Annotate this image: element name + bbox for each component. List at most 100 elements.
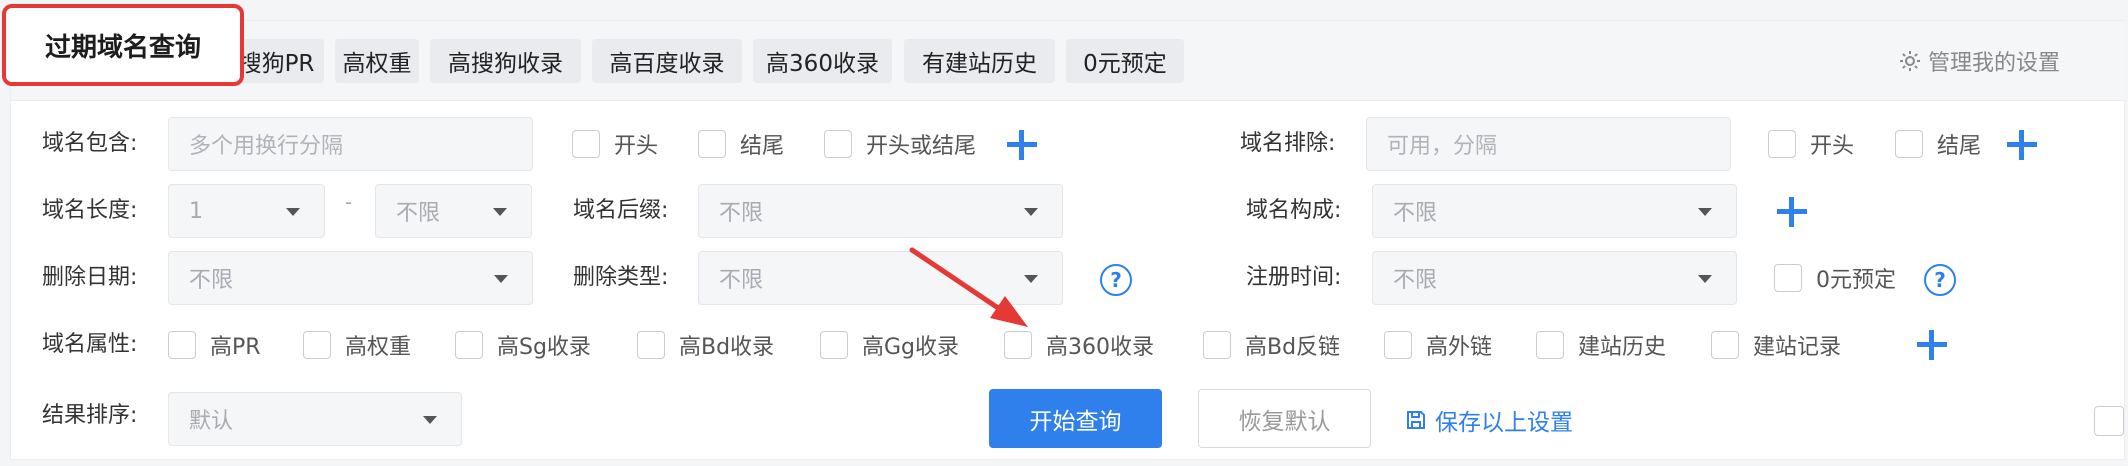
chevron-down-icon [494,275,508,283]
attributes-label: 域名属性: [42,332,138,357]
tab-360-index[interactable]: 高360收录 [753,39,892,83]
select-value: 不限 [396,201,441,226]
checkbox-label: 建站记录 [1753,335,1842,360]
checkbox-label: 高Bd反链 [1245,335,1341,360]
exclude-end-checkbox[interactable]: 结尾 [1895,128,1981,160]
suffix-label: 域名后缀: [573,198,669,223]
sort-select[interactable]: 默认 [168,392,462,446]
checkbox-box[interactable] [698,130,726,158]
delete-date-label: 删除日期: [42,265,138,290]
length-label: 域名长度: [42,198,138,223]
checkbox-label: 开头 [614,134,659,159]
chevron-down-icon [423,416,437,424]
checkbox-label: 高Gg收录 [862,335,960,360]
attr-sg-index-checkbox[interactable]: 高Sg收录 [455,329,591,361]
delete-type-label: 删除类型: [573,265,669,290]
save-settings-link[interactable]: 保存以上设置 [1405,404,1573,436]
zero-reserve-help-icon[interactable]: ? [1924,264,1956,296]
select-value: 1 [189,198,203,224]
include-either-checkbox[interactable]: 开头或结尾 [824,128,976,160]
sort-label: 结果排序: [42,403,138,428]
checkbox-label: 高Sg收录 [497,335,591,360]
chevron-down-icon [1698,275,1712,283]
exclude-start-checkbox[interactable]: 开头 [1768,128,1854,160]
chevron-down-icon [1024,275,1038,283]
checkbox-label: 结尾 [1937,134,1982,159]
manage-settings-label: 管理我的设置 [1928,51,2061,76]
attr-external-link-checkbox[interactable]: 高外链 [1384,329,1492,361]
start-search-button[interactable]: 开始查询 [989,389,1162,448]
checkbox-box[interactable] [455,331,483,359]
attr-site-record-checkbox[interactable]: 建站记录 [1711,329,1841,361]
exclude-input[interactable]: 可用，分隔 [1366,117,1731,171]
include-input[interactable]: 多个用换行分隔 [168,117,533,171]
include-end-checkbox[interactable]: 结尾 [698,128,784,160]
tab-site-history[interactable]: 有建站历史 [904,39,1055,83]
checkbox-box[interactable] [1004,331,1032,359]
checkbox-label: 开头或结尾 [866,134,977,159]
checkbox-label: 0元预定 [1816,268,1896,293]
delete-date-select[interactable]: 不限 [168,251,533,305]
select-value: 默认 [189,409,234,434]
tab-zero-reserve[interactable]: 0元预定 [1066,39,1184,83]
composition-select[interactable]: 不限 [1372,184,1737,238]
checkbox-box[interactable] [1536,331,1564,359]
attr-high-pr-checkbox[interactable]: 高PR [168,329,261,361]
checkbox-label: 结尾 [740,134,785,159]
attr-bd-index-checkbox[interactable]: 高Bd收录 [637,329,774,361]
exclude-label: 域名排除: [1240,131,1336,156]
tab-sogou-index[interactable]: 高搜狗收录 [430,39,581,83]
length-max-select[interactable]: 不限 [375,184,532,238]
select-value: 不限 [719,268,764,293]
length-min-select[interactable]: 1 [168,184,325,238]
checkbox-box[interactable] [1711,331,1739,359]
checkbox-label: 高360收录 [1046,335,1154,360]
checkbox-box[interactable] [168,331,196,359]
chevron-down-icon [286,208,300,216]
attr-bd-backlink-checkbox[interactable]: 高Bd反链 [1203,329,1340,361]
include-start-checkbox[interactable]: 开头 [572,128,658,160]
add-attribute-icon[interactable] [1917,330,1947,360]
checkbox-box[interactable] [303,331,331,359]
checkbox-box[interactable] [1774,264,1802,292]
include-label: 域名包含: [42,131,138,156]
composition-label: 域名构成: [1246,198,1342,223]
select-value: 不限 [1393,268,1438,293]
select-value: 不限 [719,201,764,226]
chevron-down-icon [1024,208,1038,216]
tab-expired-domain-search[interactable]: 过期域名查询 [2,4,244,86]
add-include-icon[interactable] [1007,130,1037,160]
checkbox-label: 高Bd收录 [679,335,775,360]
checkbox-box[interactable] [1384,331,1412,359]
attr-gg-index-checkbox[interactable]: 高Gg收录 [820,329,959,361]
suffix-select[interactable]: 不限 [698,184,1063,238]
checkbox-box[interactable] [637,331,665,359]
checkbox-label: 开头 [1810,134,1855,159]
attr-360-index-checkbox[interactable]: 高360收录 [1004,329,1154,361]
attr-high-weight-checkbox[interactable]: 高权重 [303,329,411,361]
save-settings-label: 保存以上设置 [1435,410,1573,436]
chevron-down-icon [1698,208,1712,216]
checkbox-box[interactable] [1895,130,1923,158]
tab-bar: 高搜狗PR 高权重 高搜狗收录 高百度收录 高360收录 有建站历史 0元预定 … [11,21,2126,101]
checkbox-box[interactable] [820,331,848,359]
checkbox-box[interactable] [572,130,600,158]
select-value: 不限 [1393,201,1438,226]
manage-settings-link[interactable]: 管理我的设置 [1898,46,2060,76]
gear-icon [1900,51,1920,71]
delete-type-select[interactable]: 不限 [698,251,1063,305]
add-exclude-icon[interactable] [2007,130,2037,160]
checkbox-box[interactable] [824,130,852,158]
add-composition-icon[interactable] [1777,197,1807,227]
corner-checkbox[interactable] [2094,406,2124,436]
checkbox-box[interactable] [1768,130,1796,158]
tab-baidu-index[interactable]: 高百度收录 [592,39,742,83]
reg-time-select[interactable]: 不限 [1372,251,1737,305]
delete-type-help-icon[interactable]: ? [1100,264,1132,296]
reset-default-button[interactable]: 恢复默认 [1198,389,1371,448]
checkbox-box[interactable] [1203,331,1231,359]
attr-site-history-checkbox[interactable]: 建站历史 [1536,329,1666,361]
zero-reserve-checkbox[interactable]: 0元预定 [1774,262,1896,294]
checkbox-label: 高外链 [1426,335,1493,360]
tab-high-weight[interactable]: 高权重 [335,39,419,83]
